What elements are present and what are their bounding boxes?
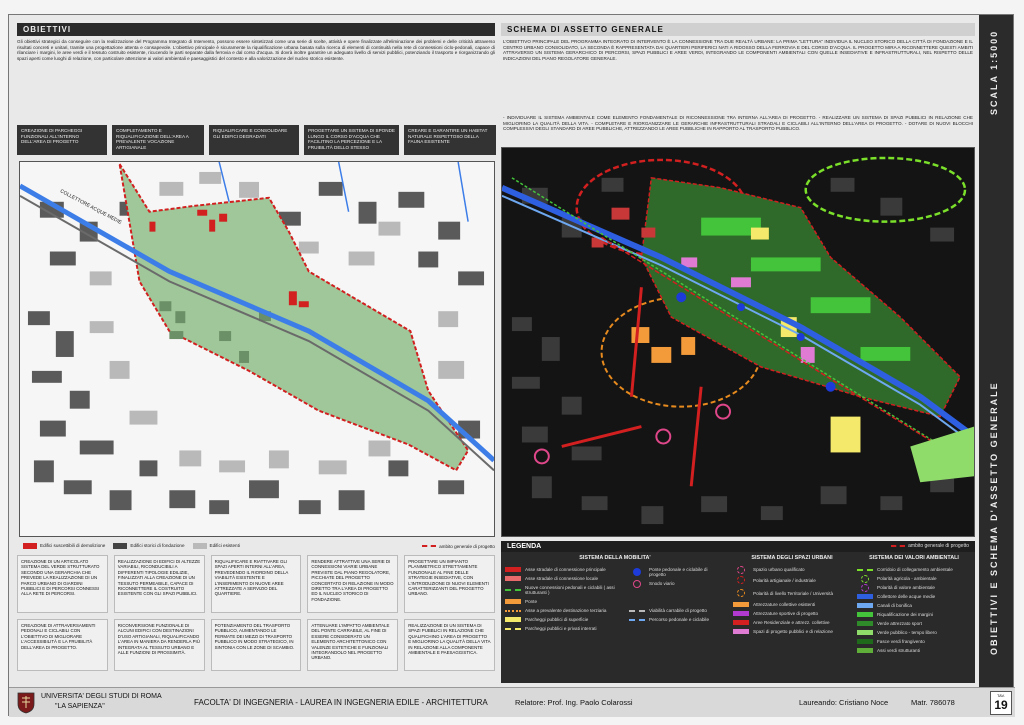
legend-urban: SISTEMA DEGLI SPAZI URBANI Spazio urbano… xyxy=(733,555,851,636)
scale-label: SCALA 1:5000 xyxy=(989,29,999,115)
legend-perimeter-left: ambito generale di progetto xyxy=(439,543,495,549)
legend-environment: SISTEMA DEI VALORI AMBIENTALI Corridoio … xyxy=(857,555,971,655)
objectives-title: OBIETTIVI xyxy=(17,23,495,36)
detail-cell: CREAZIONE DI UN ARTICOLATO SISTEMA DEL V… xyxy=(17,555,108,613)
goal-buildings: RIQUALIFICARE E CONSOLIDARE GLI EDIFICI … xyxy=(209,125,299,155)
goal-row: CREAZIONE DI PARCHEGGI FUNZIONALI ALL'IN… xyxy=(17,125,496,155)
goal-riverbanks: PROGETTARE UN SISTEMA DI SPONDE LUNGO IL… xyxy=(304,125,399,155)
legend-env-title: SISTEMA DEI VALORI AMBIENTALI xyxy=(869,555,959,561)
detail-cell: RENDERE ATTRATTIVE UNA SERIE DI CONNESSI… xyxy=(307,555,399,613)
student: Laureando: Cristiano Noce xyxy=(799,698,889,707)
master-plan-map xyxy=(501,147,975,537)
drawing-sheet: OBIETTIVI Gli obiettivi strategici da co… xyxy=(8,14,1015,717)
legend-demolition: Edifici suscettibili di demolizione xyxy=(40,543,106,549)
legend-mobility-title: SISTEMA DELLA MOBILITA' xyxy=(579,555,651,561)
schema-intro: L'OBIETTIVO PRINCIPALE DEL PROGRAMMA INT… xyxy=(503,39,973,61)
university-name-2: "LA SAPIENZA" xyxy=(55,703,105,710)
goal-habitat: CREARE E GARANTIRE UN HABITAT NATURALE R… xyxy=(404,125,496,155)
sheet-title-vertical: OBIETTIVI E SCHEMA D'ASSETTO GENERALE xyxy=(989,381,999,655)
left-map-legend: Edifici suscettibili di demolizione Edif… xyxy=(23,543,495,549)
detail-cell: POTENZIAMENTO DEL TRASPORTO PUBBLICO, AU… xyxy=(210,619,302,671)
university-name: UNIVERSITA' DEGLI STUDI DI ROMA xyxy=(41,693,162,700)
title-block: UNIVERSITA' DEGLI STUDI DI ROMA "LA SAPI… xyxy=(9,687,1015,717)
goal-artisan-area: COMPLETAMENTO E RIQUALIFICAZIONE DELL'AR… xyxy=(112,125,204,155)
schema-title: SCHEMA DI ASSETTO GENERALE xyxy=(501,23,975,36)
advisor: Relatore: Prof. Ing. Paolo Colarossi xyxy=(515,698,633,707)
current-state-map: COLLETTORE ACQUE MEDIE xyxy=(19,161,495,537)
detail-cell: RICONVERSIONE FUNZIONALE DI ALCUNI EDIFI… xyxy=(113,619,205,671)
faculty: FACOLTA' DI INGEGNERIA - LAUREA IN INGEG… xyxy=(194,698,488,707)
master-plan-legend: LEGENDA ambito generale di progetto SIST… xyxy=(501,541,975,683)
goal-parking: CREAZIONE DI PARCHEGGI FUNZIONALI ALL'IN… xyxy=(17,125,107,155)
detail-cell: REALIZZAZIONE DI UN SISTEMA DI SPAZI PUB… xyxy=(404,619,495,671)
detail-cell: PROGETTARE UN IMPIANTO PLANIMETRICO STRE… xyxy=(404,555,495,613)
legend-existing: Edifici esistenti xyxy=(209,543,240,549)
schema-bullets: - INDIVIDUARE IL SISTEMA AMBIENTALE COME… xyxy=(503,115,973,132)
legend-urban-title: SISTEMA DEGLI SPAZI URBANI xyxy=(751,555,833,561)
detail-cell: ATTENUARE L'IMPATTO AMBIENTALE DEL PONTE… xyxy=(307,619,399,671)
detail-cell: RIQUALIFICARE E RIATTIVARE GLI SPAZI APE… xyxy=(210,555,302,613)
sheet-number: 19 xyxy=(994,698,1008,712)
legend-mobility: SISTEMA DELLA MOBILITA' Asse stradale di… xyxy=(505,555,725,633)
side-title-bar: SCALA 1:5000 OBIETTIVI E SCHEMA D'ASSETT… xyxy=(979,15,1013,687)
detail-cell: REALIZZAZIONE DI EDIFICI DI ALTEZZE VARI… xyxy=(113,555,205,613)
objectives-detail-grid: CREAZIONE DI UN ARTICOLATO SISTEMA DEL V… xyxy=(17,555,495,671)
legend-foundation: Edifici storici di fondazione xyxy=(130,543,185,549)
sheet-number-box: TAV. 19 xyxy=(990,691,1012,715)
objectives-intro: Gli obiettivi strategici da conseguire c… xyxy=(17,39,495,61)
legend-perimeter-right: ambito generale di progetto xyxy=(908,543,969,549)
detail-cell: CREAZIONE DI ATTRAVERSAMENTI PEDONALI E … xyxy=(17,619,108,671)
university-seal-icon xyxy=(17,692,35,714)
matriculation: Matr. 786078 xyxy=(911,698,955,707)
